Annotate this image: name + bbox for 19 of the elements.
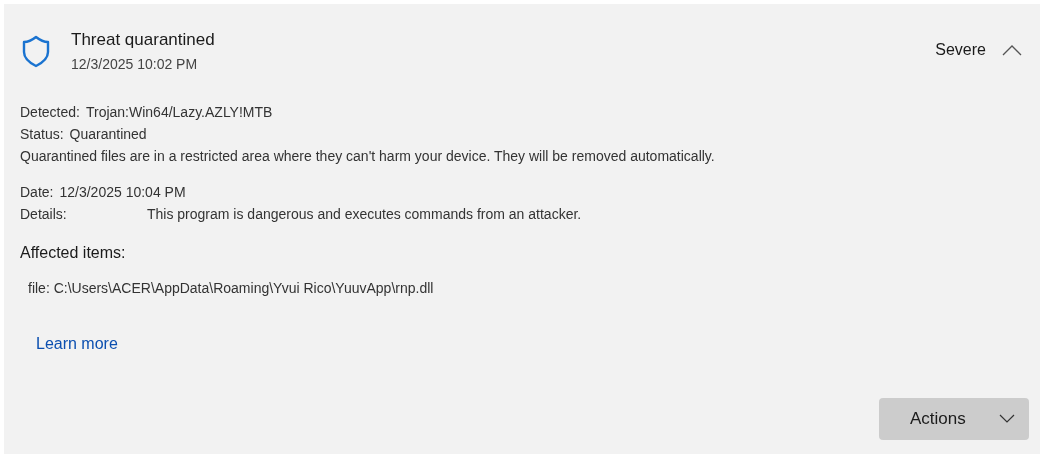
threat-title: Threat quarantined (71, 29, 215, 51)
file-path: file: C:\Users\ACER\AppData\Roaming\Yvui Rico\YuuvApp\rnp.dll (28, 279, 434, 298)
severity-label: Severe (935, 40, 986, 60)
chevron-down-icon (999, 414, 1015, 424)
section-heading: Affected items: (20, 243, 126, 263)
field-label: Date: (20, 183, 54, 202)
field-value: 12/3/2025 10:04 PM (59, 183, 186, 202)
field-label: Detected: (20, 103, 80, 122)
field-value: Quarantined (69, 125, 147, 144)
field-label: Details: (20, 205, 68, 224)
threat-time: 12/3/2025 10:02 PM (71, 55, 199, 74)
learn-more-link[interactable]: Learn more (36, 333, 118, 355)
chevron-up-icon[interactable] (1002, 44, 1022, 56)
field-label: Status: (20, 125, 64, 144)
description-text: Quarantined files are in a restricted area where they can't harm your device. They will be removed automatically. (20, 147, 715, 166)
field-value: This program is dangerous and executes commands from an attacker. (147, 205, 582, 224)
shield-icon (21, 34, 51, 68)
field-value: Trojan:Win64/Lazy.AZLY!MTB (85, 103, 273, 122)
actions-button[interactable]: Actions (879, 398, 1029, 440)
